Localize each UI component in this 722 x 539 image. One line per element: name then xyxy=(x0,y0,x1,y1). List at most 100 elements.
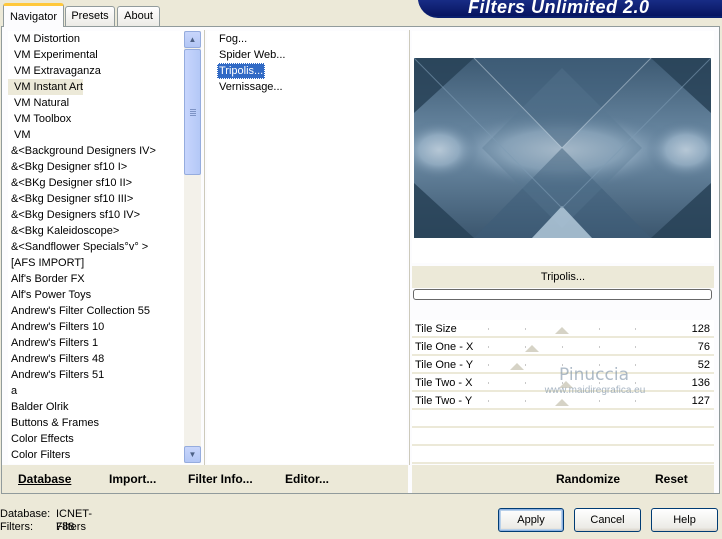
right-toolbar: Randomize Reset xyxy=(412,465,714,493)
category-item[interactable]: &<Sandflower Specials°v° > xyxy=(8,239,148,255)
preview-area xyxy=(412,31,714,263)
category-list[interactable]: VM Distortion VM Experimental VM Extravaga… xyxy=(8,31,184,464)
status-database: Database: ICNET-Filters xyxy=(0,508,92,533)
slider-thumb-icon[interactable] xyxy=(554,399,569,406)
category-item[interactable]: &<Background Designers IV> xyxy=(8,143,156,159)
reset-button[interactable]: Reset xyxy=(655,472,688,486)
category-item[interactable]: Color Effects xyxy=(8,431,74,447)
slider-tick xyxy=(525,328,526,330)
preview-image xyxy=(414,58,711,238)
category-scrollbar[interactable]: ▲ ▼ xyxy=(184,31,201,463)
grip-icon xyxy=(190,109,196,110)
category-item[interactable]: Buttons & Frames xyxy=(8,415,99,431)
filters-status-label: Filters: xyxy=(0,521,33,533)
left-toolbar: Database Import... Filter Info... Editor… xyxy=(2,465,408,493)
parameter-label: Tile Size xyxy=(415,323,457,335)
category-item[interactable]: VM Instant Art xyxy=(8,79,84,95)
slider-tick xyxy=(488,328,489,330)
parameter-label: Tile Two - Y xyxy=(415,395,473,407)
category-item[interactable]: &<Bkg Designers sf10 IV> xyxy=(8,207,140,223)
category-item[interactable]: VM Distortion xyxy=(8,31,80,47)
category-item[interactable]: VM xyxy=(8,127,31,143)
category-item[interactable]: a xyxy=(8,383,17,399)
apply-button[interactable]: Apply xyxy=(498,508,564,532)
category-item[interactable]: [AFS IMPORT] xyxy=(8,255,84,271)
parameter-row: Tile One - X 76 xyxy=(412,338,714,355)
slider-tick xyxy=(488,382,489,384)
parameter-label: Tile Two - X xyxy=(415,377,473,389)
category-item[interactable]: Alf's Border FX xyxy=(8,271,85,287)
filters-status-value: 788 xyxy=(56,521,75,533)
app-title: Filters Unlimited 2.0 xyxy=(468,0,650,17)
filter-item[interactable]: Vernissage... xyxy=(217,79,285,95)
parameter-value[interactable]: 136 xyxy=(692,375,710,391)
randomize-button[interactable]: Randomize xyxy=(556,472,620,486)
empty-parameter-row xyxy=(412,446,714,463)
category-item[interactable]: VM Experimental xyxy=(8,47,98,63)
category-item[interactable]: Color Filters xyxy=(8,447,70,463)
slider-tick xyxy=(635,346,636,348)
slider-thumb-icon[interactable] xyxy=(554,327,569,334)
category-item[interactable]: Andrew's Filters 10 xyxy=(8,319,104,335)
scroll-up-icon[interactable]: ▲ xyxy=(184,31,201,48)
database-button[interactable]: Database xyxy=(18,472,71,486)
category-item[interactable]: &<BKg Designer sf10 II> xyxy=(8,175,132,191)
category-item[interactable]: VM Toolbox xyxy=(8,111,71,127)
empty-parameter-row xyxy=(412,428,714,445)
tab-about[interactable]: About xyxy=(117,6,160,26)
tab-presets[interactable]: Presets xyxy=(65,6,115,26)
slider-thumb-icon[interactable] xyxy=(510,363,525,370)
cancel-button[interactable]: Cancel xyxy=(574,508,641,532)
editor-button[interactable]: Editor... xyxy=(285,472,329,486)
parameter-value[interactable]: 52 xyxy=(698,357,710,373)
help-button[interactable]: Help xyxy=(651,508,718,532)
parameter-slider[interactable] xyxy=(488,338,636,355)
database-status-label: Database: xyxy=(0,508,51,520)
watermark-name: Pinuccia xyxy=(559,365,629,385)
parameter-slider[interactable] xyxy=(488,320,636,337)
scrollbar-thumb[interactable] xyxy=(184,49,201,175)
progress-bar xyxy=(413,289,712,300)
status-filters: Filters: 788 xyxy=(0,521,74,534)
tab-navigator[interactable]: Navigator xyxy=(3,3,64,27)
category-item[interactable]: Andrew's Filters 48 xyxy=(8,351,104,367)
category-item[interactable]: &<Bkg Designer sf10 I> xyxy=(8,159,127,175)
category-item[interactable]: Andrew's Filter Collection 55 xyxy=(8,303,150,319)
parameter-row: Tile Size 128 xyxy=(412,320,714,337)
empty-parameter-row xyxy=(412,410,714,427)
slider-tick xyxy=(525,400,526,402)
database-label: Database xyxy=(18,472,72,486)
slider-tick xyxy=(488,400,489,402)
category-item[interactable]: Andrew's Filters 51 xyxy=(8,367,104,383)
category-item[interactable]: VM Natural xyxy=(8,95,69,111)
slider-tick xyxy=(488,364,489,366)
parameter-label: Tile One - Y xyxy=(415,359,474,371)
parameter-label: Tile One - X xyxy=(415,341,474,353)
category-item[interactable]: Balder Olrik xyxy=(8,399,68,415)
import-button[interactable]: Import... xyxy=(109,472,156,486)
category-item[interactable]: Alf's Power Toys xyxy=(8,287,91,303)
slider-tick xyxy=(635,328,636,330)
filter-item[interactable]: Tripolis... xyxy=(217,63,266,79)
slider-thumb-icon[interactable] xyxy=(525,345,540,352)
category-item[interactable]: Andrew's Filters 1 xyxy=(8,335,98,351)
slider-tick xyxy=(635,400,636,402)
category-item[interactable]: &<Bkg Designer sf10 III> xyxy=(8,191,133,207)
filter-info-button[interactable]: Filter Info... xyxy=(188,472,253,486)
current-filter-name: Tripolis... xyxy=(412,266,714,288)
slider-tick xyxy=(599,346,600,348)
slider-tick xyxy=(599,328,600,330)
slider-tick xyxy=(488,346,489,348)
slider-tick xyxy=(599,400,600,402)
watermark-url: www.maidiregrafica.eu xyxy=(544,385,646,396)
parameter-value[interactable]: 128 xyxy=(692,321,710,337)
category-item[interactable]: VM Extravaganza xyxy=(8,63,101,79)
parameter-value[interactable]: 127 xyxy=(692,393,710,409)
filter-list[interactable]: Fog... Spider Web... Tripolis... Vernissage… xyxy=(207,31,407,464)
filter-item[interactable]: Spider Web... xyxy=(217,47,287,63)
category-item[interactable]: &<Bkg Kaleidoscope> xyxy=(8,223,119,239)
slider-tick xyxy=(562,346,563,348)
scroll-down-icon[interactable]: ▼ xyxy=(184,446,201,463)
parameter-value[interactable]: 76 xyxy=(698,339,710,355)
filter-item[interactable]: Fog... xyxy=(217,31,249,47)
